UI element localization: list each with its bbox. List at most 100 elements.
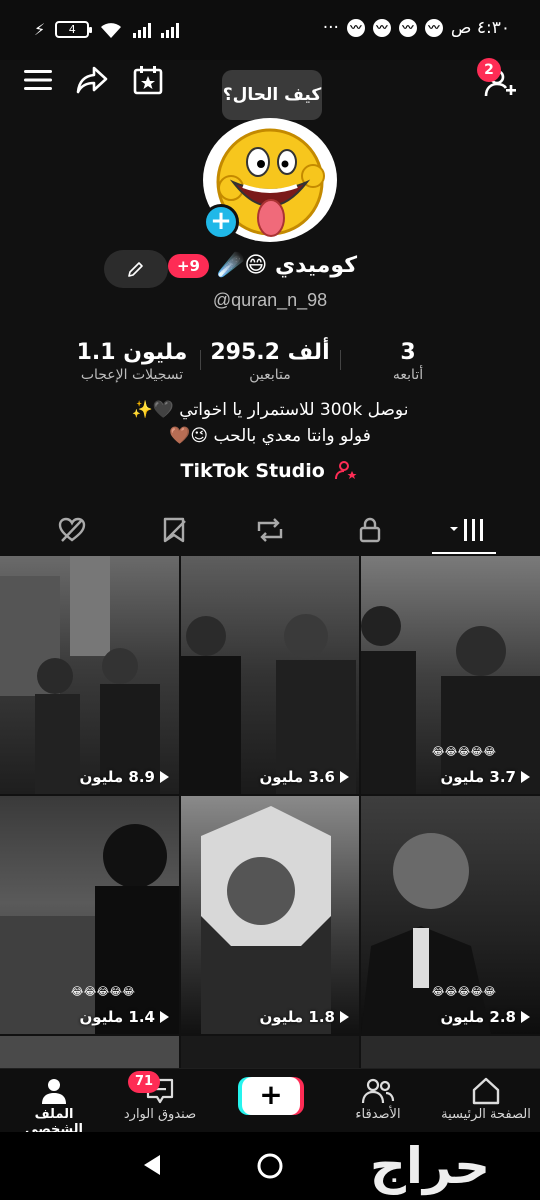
view-count: 3.6 مليون [259,768,349,786]
video-thumbnail[interactable] [361,1036,540,1068]
watermark-logo: حراج [369,1137,491,1195]
charging-icon: ⚡ [34,20,46,39]
bookmark-hidden-icon [163,517,186,543]
bio-line-1: نوصل 300k للاستمرار يا اخواتي 🖤✨ [131,400,409,420]
nav-profile[interactable]: الملف الشخصي [4,1075,104,1137]
tab-liked[interactable] [48,510,96,550]
inbox-badge: 71 [128,1071,160,1093]
home-icon [472,1077,500,1105]
view-count: 3.7 مليون [440,768,530,786]
nav-inbox-label: صندوق الوارد [123,1107,197,1122]
nav-inbox[interactable]: صندوق الوارد [110,1075,210,1122]
video-thumbnail[interactable]: 8.9 مليون [0,556,179,794]
tab-favorites[interactable] [150,510,198,550]
thumbnail-scene [361,833,491,1034]
lock-icon [359,517,381,543]
system-nav-bar: حراج [0,1132,540,1200]
video-thumbnail[interactable] [0,1036,179,1068]
display-name: كوميدي 😄☄️ [216,253,357,278]
thumbnail-scene [361,606,540,794]
repost-icon [257,518,283,542]
tiktok-studio-label: TikTok Studio [180,460,325,482]
view-count: 1.8 مليون [259,1008,349,1026]
messenger-icon: 〰 [424,19,443,37]
edit-profile-button[interactable] [104,250,168,288]
thumbnail-scene [0,824,179,1034]
stat-following-value: 3 [400,340,416,365]
stat-divider [200,350,201,370]
menu-icon[interactable] [16,58,60,102]
video-thumbnail[interactable]: 3.6 مليون [181,556,359,794]
follow-requests-badge: 2 [477,58,501,82]
view-count: 2.8 مليون [440,1008,530,1026]
thumbnail-scene [0,556,160,794]
grid-bars-icon [450,519,483,541]
status-right: ٤:٣٠ ص 〰 〰 〰 〰 ··· [323,18,510,38]
stat-following-label: أتابعه [392,367,424,383]
more-status-icon: ··· [322,18,339,38]
battery-icon: 4 [55,21,93,38]
create-button[interactable]: + [242,1077,300,1115]
stat-likes-label: تسجيلات الإعجاب [80,367,184,383]
stat-divider [340,350,341,370]
stat-likes[interactable]: 1.1 مليون تسجيلات الإعجاب [64,340,200,383]
status-time: ٤:٣٠ ص [450,18,510,38]
pencil-icon [128,262,143,277]
nav-home[interactable]: الصفحة الرئيسية [436,1075,536,1122]
notification-badge[interactable]: 9+ [167,253,209,278]
tab-videos[interactable] [440,510,496,550]
tab-private[interactable] [346,510,394,550]
thumbnail-scene [201,806,331,1034]
add-avatar-button[interactable]: + [203,204,239,240]
play-icon [340,771,349,783]
status-bar: ⚡ 4 ٤:٣٠ ص 〰 〰 〰 〰 ··· [0,0,540,60]
stat-following[interactable]: 3 أتابعه [370,340,446,383]
active-tab-indicator [432,552,496,554]
signal-icon-2 [161,22,180,38]
bottom-nav: الصفحة الرئيسية الأصدقاء + صندوق الوارد … [0,1068,540,1137]
stat-followers-value: 295.2 ألف [210,340,330,365]
stat-followers-label: متابعين [249,367,291,383]
username: @quran_n_98 [212,290,328,310]
video-thumbnail[interactable]: 😂😂😂😂😂 3.7 مليون [361,556,540,794]
status-left: ⚡ 4 [34,20,180,39]
bio-line-2: فولو وانتا معدي بالحب 😉🤎 [169,426,371,446]
view-count: 1.4 مليون [79,1008,169,1026]
nav-home-label: الصفحة الرئيسية [441,1107,531,1122]
name-row: كوميدي 😄☄️ 9+ [167,253,357,278]
tooltip-bubble: كيف الحال؟ [222,70,322,128]
view-count: 8.9 مليون [79,768,169,786]
heart-hidden-icon [58,517,86,542]
video-thumbnail[interactable] [181,1036,359,1068]
tab-reposts[interactable] [246,510,294,550]
caption-emojis: 😂😂😂😂😂 [431,985,496,998]
play-icon [521,1011,530,1023]
back-icon[interactable] [142,1154,162,1176]
play-icon [521,771,530,783]
stat-likes-value: 1.1 مليون [76,340,188,365]
video-thumbnail[interactable]: 😂😂😂😂😂 2.8 مليون [361,796,540,1034]
caption-emojis: 😂😂😂😂😂 [431,745,496,758]
play-icon [340,1011,349,1023]
content-tabs [0,510,540,554]
messenger-icon: 〰 [398,19,417,37]
play-icon [160,1011,169,1023]
nav-friends[interactable]: الأصدقاء [328,1075,428,1122]
home-button-icon[interactable] [256,1152,284,1180]
tiktok-studio-link[interactable]: TikTok Studio [0,460,540,482]
video-thumbnail[interactable]: 😂😂😂😂😂 1.4 مليون [0,796,179,1034]
stat-followers[interactable]: 295.2 ألف متابعين [210,340,330,383]
profile-icon [42,1079,66,1104]
signal-icon [133,22,152,38]
messenger-icon: 〰 [346,19,365,37]
play-icon [160,771,169,783]
friends-icon [361,1078,395,1104]
video-thumbnail[interactable]: 1.8 مليون [181,796,359,1034]
thumbnail-scene [181,614,356,794]
nav-friends-label: الأصدقاء [355,1107,401,1122]
messenger-icon: 〰 [372,19,391,37]
share-icon[interactable] [70,58,114,102]
user-star-icon [335,461,357,480]
calendar-star-icon[interactable] [126,58,170,102]
caption-emojis: 😂😂😂😂😂 [70,985,135,998]
